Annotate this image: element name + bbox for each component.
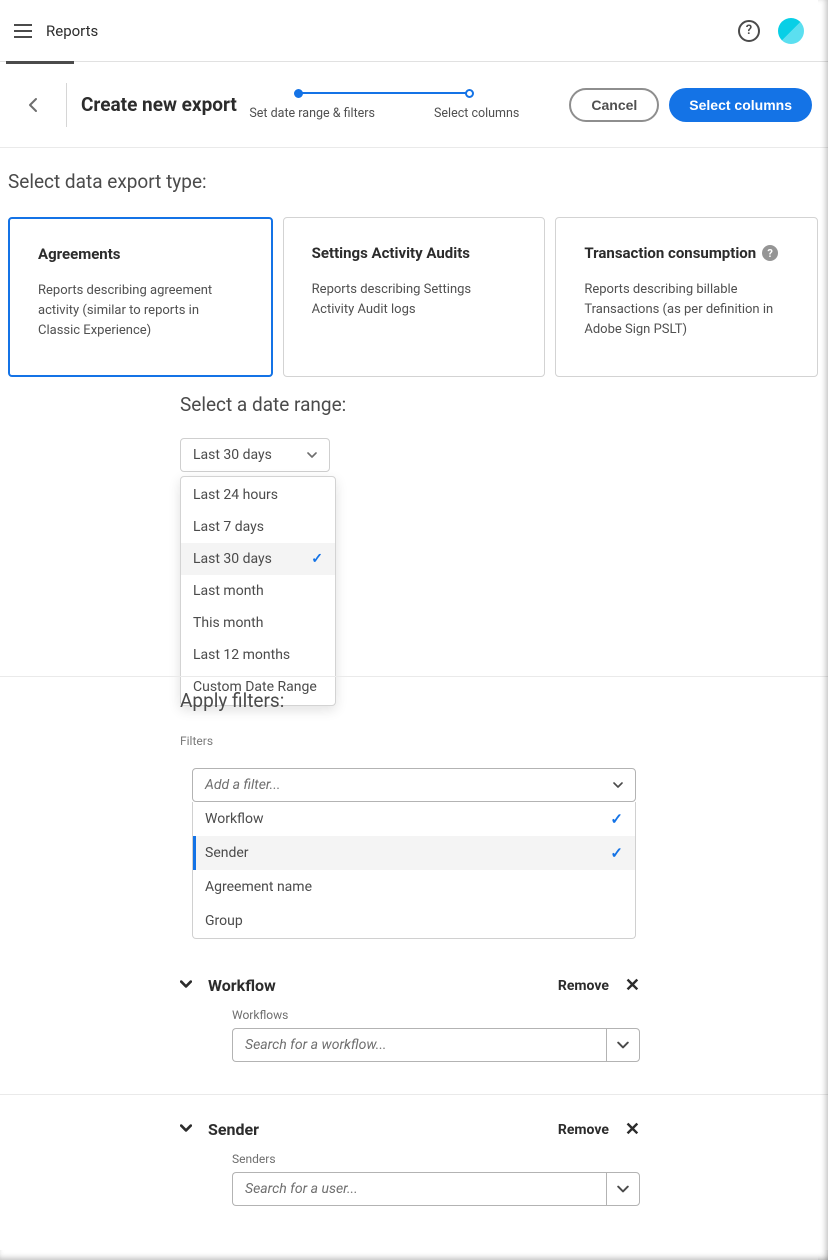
add-filter-dropdown: Workflow ✓ Sender ✓ Agreement name Group	[192, 802, 636, 939]
filters-title: Apply filters:	[180, 689, 828, 712]
date-option-last-7-days[interactable]: Last 7 days	[181, 511, 335, 543]
page-title: Create new export	[81, 93, 237, 116]
filter-option-sender[interactable]: Sender ✓	[193, 836, 635, 870]
sender-dropdown-button[interactable]	[606, 1172, 640, 1206]
card-title: Agreements	[38, 245, 243, 263]
date-option-label: Last month	[193, 583, 264, 599]
card-desc: Reports describing agreement activity (s…	[38, 281, 243, 341]
filter-option-agreement-name[interactable]: Agreement name	[193, 870, 635, 904]
remove-filter-button[interactable]: Remove	[558, 978, 609, 994]
input-placeholder: Search for a workflow...	[245, 1037, 386, 1053]
date-option-label: Last 24 hours	[193, 487, 278, 503]
input-placeholder: Search for a user...	[245, 1181, 358, 1197]
sender-search-input[interactable]: Search for a user...	[232, 1172, 606, 1206]
date-range-title: Select a date range:	[180, 393, 828, 416]
card-transaction-consumption[interactable]: Transaction consumption ? Reports descri…	[555, 217, 818, 377]
date-option-label: This month	[193, 615, 263, 631]
filter-option-label: Workflow	[205, 811, 264, 827]
date-range-select[interactable]: Last 30 days	[180, 438, 330, 472]
date-option-label: Last 7 days	[193, 519, 264, 535]
card-title-text: Transaction consumption	[584, 244, 756, 262]
date-option-last-30-days[interactable]: Last 30 days ✓	[181, 543, 335, 575]
active-tab-indicator	[6, 61, 74, 64]
wizard-stepper: Set date range & filters Select columns	[249, 89, 539, 121]
remove-filter-button[interactable]: Remove	[558, 1122, 609, 1138]
select-columns-button[interactable]: Select columns	[669, 88, 812, 122]
filter-divider	[0, 1094, 828, 1095]
cancel-button[interactable]: Cancel	[569, 88, 659, 122]
card-title: Transaction consumption ?	[584, 244, 789, 262]
filter-field-label: Workflows	[232, 1008, 640, 1022]
topbar: Reports ?	[0, 0, 828, 62]
add-filter-select[interactable]: Add a filter...	[192, 768, 636, 802]
avatar[interactable]	[778, 18, 804, 44]
step-label-2: Select columns	[434, 106, 519, 121]
page-header: Create new export Set date range & filte…	[0, 62, 828, 148]
chevron-down-icon	[307, 450, 317, 460]
step-dot-1	[294, 89, 303, 98]
filter-option-label: Sender	[205, 845, 249, 861]
filter-block-sender: Sender Remove ✕ Senders Search for a use…	[180, 1119, 640, 1206]
filter-option-label: Group	[205, 913, 243, 929]
close-icon[interactable]: ✕	[625, 1119, 640, 1140]
step-label-1: Set date range & filters	[249, 106, 375, 121]
filter-name: Sender	[208, 1120, 259, 1139]
date-option-label: Last 30 days	[193, 551, 272, 567]
card-desc: Reports describing billable Transactions…	[584, 280, 789, 340]
topbar-title: Reports	[46, 22, 98, 40]
filter-name: Workflow	[208, 976, 276, 995]
card-title: Settings Activity Audits	[312, 244, 517, 262]
back-button[interactable]	[16, 91, 52, 119]
filter-block-workflow: Workflow Remove ✕ Workflows Search for a…	[180, 975, 640, 1062]
filter-field-label: Senders	[232, 1152, 640, 1166]
disclosure-toggle[interactable]	[180, 1122, 192, 1138]
date-range-dropdown: Last 24 hours Last 7 days Last 30 days ✓…	[180, 476, 336, 706]
card-desc: Reports describing Settings Activity Aud…	[312, 280, 517, 320]
filter-option-group[interactable]: Group	[193, 904, 635, 938]
disclosure-toggle[interactable]	[180, 978, 192, 994]
check-icon: ✓	[610, 810, 623, 828]
filter-option-workflow[interactable]: Workflow ✓	[193, 802, 635, 836]
add-filter-placeholder: Add a filter...	[205, 777, 280, 793]
date-option-last-month[interactable]: Last month	[181, 575, 335, 607]
card-agreements[interactable]: Agreements Reports describing agreement …	[8, 217, 273, 377]
check-icon: ✓	[311, 551, 323, 567]
workflow-search-input[interactable]: Search for a workflow...	[232, 1028, 606, 1062]
export-type-cards: Agreements Reports describing agreement …	[8, 217, 828, 377]
date-option-this-month[interactable]: This month	[181, 607, 335, 639]
date-option-label: Last 12 months	[193, 647, 290, 663]
date-range-selected: Last 30 days	[193, 447, 272, 463]
info-icon[interactable]: ?	[762, 245, 778, 261]
card-settings-audits[interactable]: Settings Activity Audits Reports describ…	[283, 217, 546, 377]
close-icon[interactable]: ✕	[625, 975, 640, 996]
check-icon: ✓	[610, 844, 623, 862]
menu-icon[interactable]	[14, 19, 38, 43]
date-option-last-12-months[interactable]: Last 12 months	[181, 639, 335, 671]
filters-sublabel: Filters	[180, 734, 828, 748]
chevron-down-icon	[613, 780, 623, 790]
help-icon[interactable]: ?	[738, 20, 760, 42]
header-divider	[66, 83, 67, 127]
export-type-title: Select data export type:	[8, 170, 828, 193]
step-dot-2	[465, 89, 474, 98]
date-option-last-24-hours[interactable]: Last 24 hours	[181, 479, 335, 511]
filter-option-label: Agreement name	[205, 879, 312, 895]
workflow-dropdown-button[interactable]	[606, 1028, 640, 1062]
